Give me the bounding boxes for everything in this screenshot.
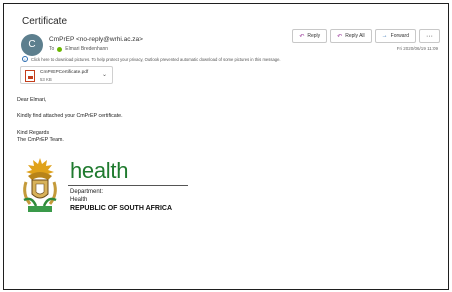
reply-all-button[interactable]: ↶ Reply All <box>330 29 372 43</box>
pdf-icon <box>25 70 35 82</box>
attachment-card[interactable]: CmPrEPCertificate.pdf 53 KB ⌄ <box>20 66 113 84</box>
signature-text: The CmPrEP Team. <box>17 137 64 143</box>
message-text: Kindly find attached your CmPrEP certifi… <box>17 113 123 119</box>
signoff-text: Kind Regards <box>17 130 50 136</box>
greeting-text: Dear Elmari, <box>17 97 47 103</box>
reply-icon: ↶ <box>299 33 305 40</box>
attachment-filename: CmPrEPCertificate.pdf <box>40 70 89 75</box>
logo-health-word: health <box>70 158 129 183</box>
recipient-line: To Elmari Bredenhann <box>49 46 108 52</box>
forward-button[interactable]: → Forward <box>374 29 416 43</box>
more-icon: ··· <box>426 32 433 40</box>
attachment-size: 53 KB <box>40 77 52 82</box>
reply-all-label: Reply All <box>345 33 365 39</box>
info-bar-text: Click here to download pictures. To help… <box>31 56 281 62</box>
presence-status-icon <box>57 46 63 52</box>
sender-name: CmPrEP <box>49 36 75 43</box>
email-subject: Certificate <box>22 16 68 27</box>
reply-label: Reply <box>307 33 321 39</box>
sender-avatar[interactable]: C <box>21 34 43 56</box>
logo-country: REPUBLIC OF SOUTH AFRICA <box>70 205 173 212</box>
forward-label: Forward <box>390 33 409 39</box>
forward-icon: → <box>381 33 388 39</box>
reply-button[interactable]: ↶ Reply <box>292 29 328 43</box>
logo-department: Department: <box>70 189 104 195</box>
download-pictures-bar[interactable]: i Click here to download pictures. To he… <box>22 56 281 62</box>
recipient-name[interactable]: Elmari Bredenhann <box>65 46 108 52</box>
chevron-down-icon[interactable]: ⌄ <box>102 71 107 78</box>
more-actions-button[interactable]: ··· <box>419 29 440 43</box>
email-reading-pane: Certificate C CmPrEP <no-reply@wrhi.ac.z… <box>3 3 449 290</box>
health-department-logo: health Department: Health REPUBLIC OF SO… <box>68 158 192 218</box>
message-actions: ↶ Reply ↶ Reply All → Forward ··· <box>292 29 440 43</box>
to-label: To <box>49 46 55 52</box>
coat-of-arms-icon <box>23 158 57 212</box>
sender-email: <no-reply@wrhi.ac.za> <box>75 36 143 43</box>
sent-date: Fri 2020/06/19 11:09 <box>396 46 438 51</box>
sender-line[interactable]: CmPrEP <no-reply@wrhi.ac.za> <box>49 36 143 43</box>
info-icon: i <box>22 56 28 62</box>
reply-all-icon: ↶ <box>337 33 343 40</box>
logo-divider <box>68 185 188 186</box>
logo-ministry: Health <box>70 197 88 203</box>
